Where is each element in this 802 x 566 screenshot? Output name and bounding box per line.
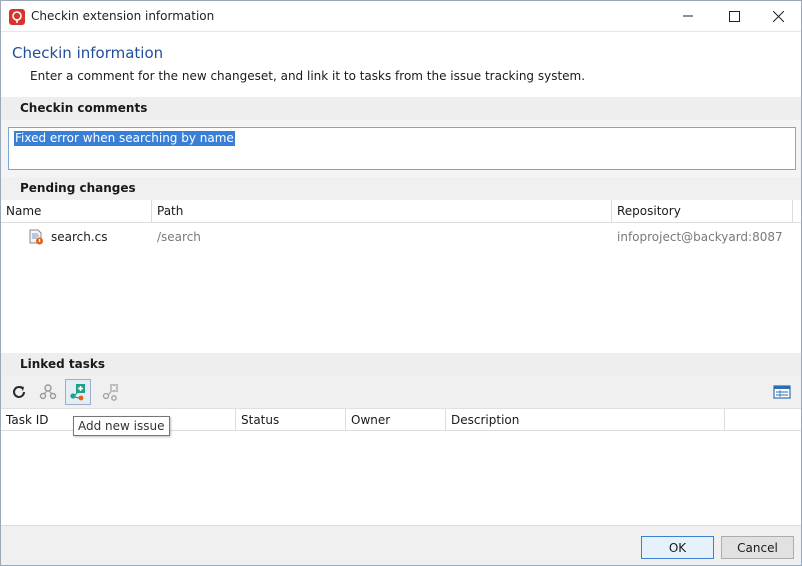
- comment-text: Fixed error when searching by name: [14, 131, 235, 146]
- page-title: Checkin information: [12, 44, 164, 62]
- checkin-dialog: Checkin extension information Checkin in…: [0, 0, 802, 566]
- column-header-repository[interactable]: Repository: [612, 200, 793, 223]
- section-pending-changes: Pending changes: [1, 177, 801, 200]
- section-label: Checkin comments: [20, 101, 148, 115]
- file-path: /search: [157, 230, 201, 244]
- section-checkin-comments: Checkin comments: [1, 97, 801, 120]
- column-header-path[interactable]: Path: [152, 200, 612, 223]
- section-label: Pending changes: [20, 181, 136, 195]
- title-separator: [1, 31, 801, 32]
- column-header-description[interactable]: Description: [446, 409, 725, 432]
- column-header-name[interactable]: Name: [1, 200, 152, 223]
- remove-link-icon[interactable]: [98, 379, 124, 405]
- title-bar: Checkin extension information: [1, 1, 801, 31]
- minimize-button[interactable]: [665, 1, 711, 31]
- pending-table-body: search.cs /search infoproject@backyard:8…: [1, 224, 801, 353]
- changed-file-icon: [28, 229, 44, 245]
- section-label: Linked tasks: [20, 357, 105, 371]
- add-issue-icon[interactable]: [65, 379, 91, 405]
- close-button[interactable]: [755, 1, 801, 31]
- section-linked-tasks: Linked tasks: [1, 353, 801, 376]
- maximize-button[interactable]: [711, 1, 757, 31]
- file-repository: infoproject@backyard:8087: [617, 230, 783, 244]
- cancel-button[interactable]: Cancel: [721, 536, 794, 559]
- link-task-icon[interactable]: [35, 379, 61, 405]
- refresh-icon[interactable]: [6, 379, 32, 405]
- table-row[interactable]: search.cs /search infoproject@backyard:8…: [1, 225, 801, 249]
- linked-tasks-toolbar: [1, 376, 801, 408]
- app-icon: [9, 9, 25, 25]
- dialog-footer: OK Cancel: [1, 525, 801, 565]
- file-name: search.cs: [51, 230, 108, 244]
- column-header-owner[interactable]: Owner: [346, 409, 446, 432]
- tasks-table-body: [1, 431, 801, 525]
- pending-table-header: Name Path Repository: [1, 200, 801, 223]
- comment-input[interactable]: Fixed error when searching by name: [8, 127, 796, 170]
- ok-button[interactable]: OK: [641, 536, 714, 559]
- column-header-status[interactable]: Status: [236, 409, 346, 432]
- add-issue-tooltip: Add new issue: [73, 416, 170, 436]
- table-view-icon[interactable]: [769, 379, 795, 405]
- page-subtitle: Enter a comment for the new changeset, a…: [30, 69, 586, 83]
- window-title: Checkin extension information: [31, 9, 215, 23]
